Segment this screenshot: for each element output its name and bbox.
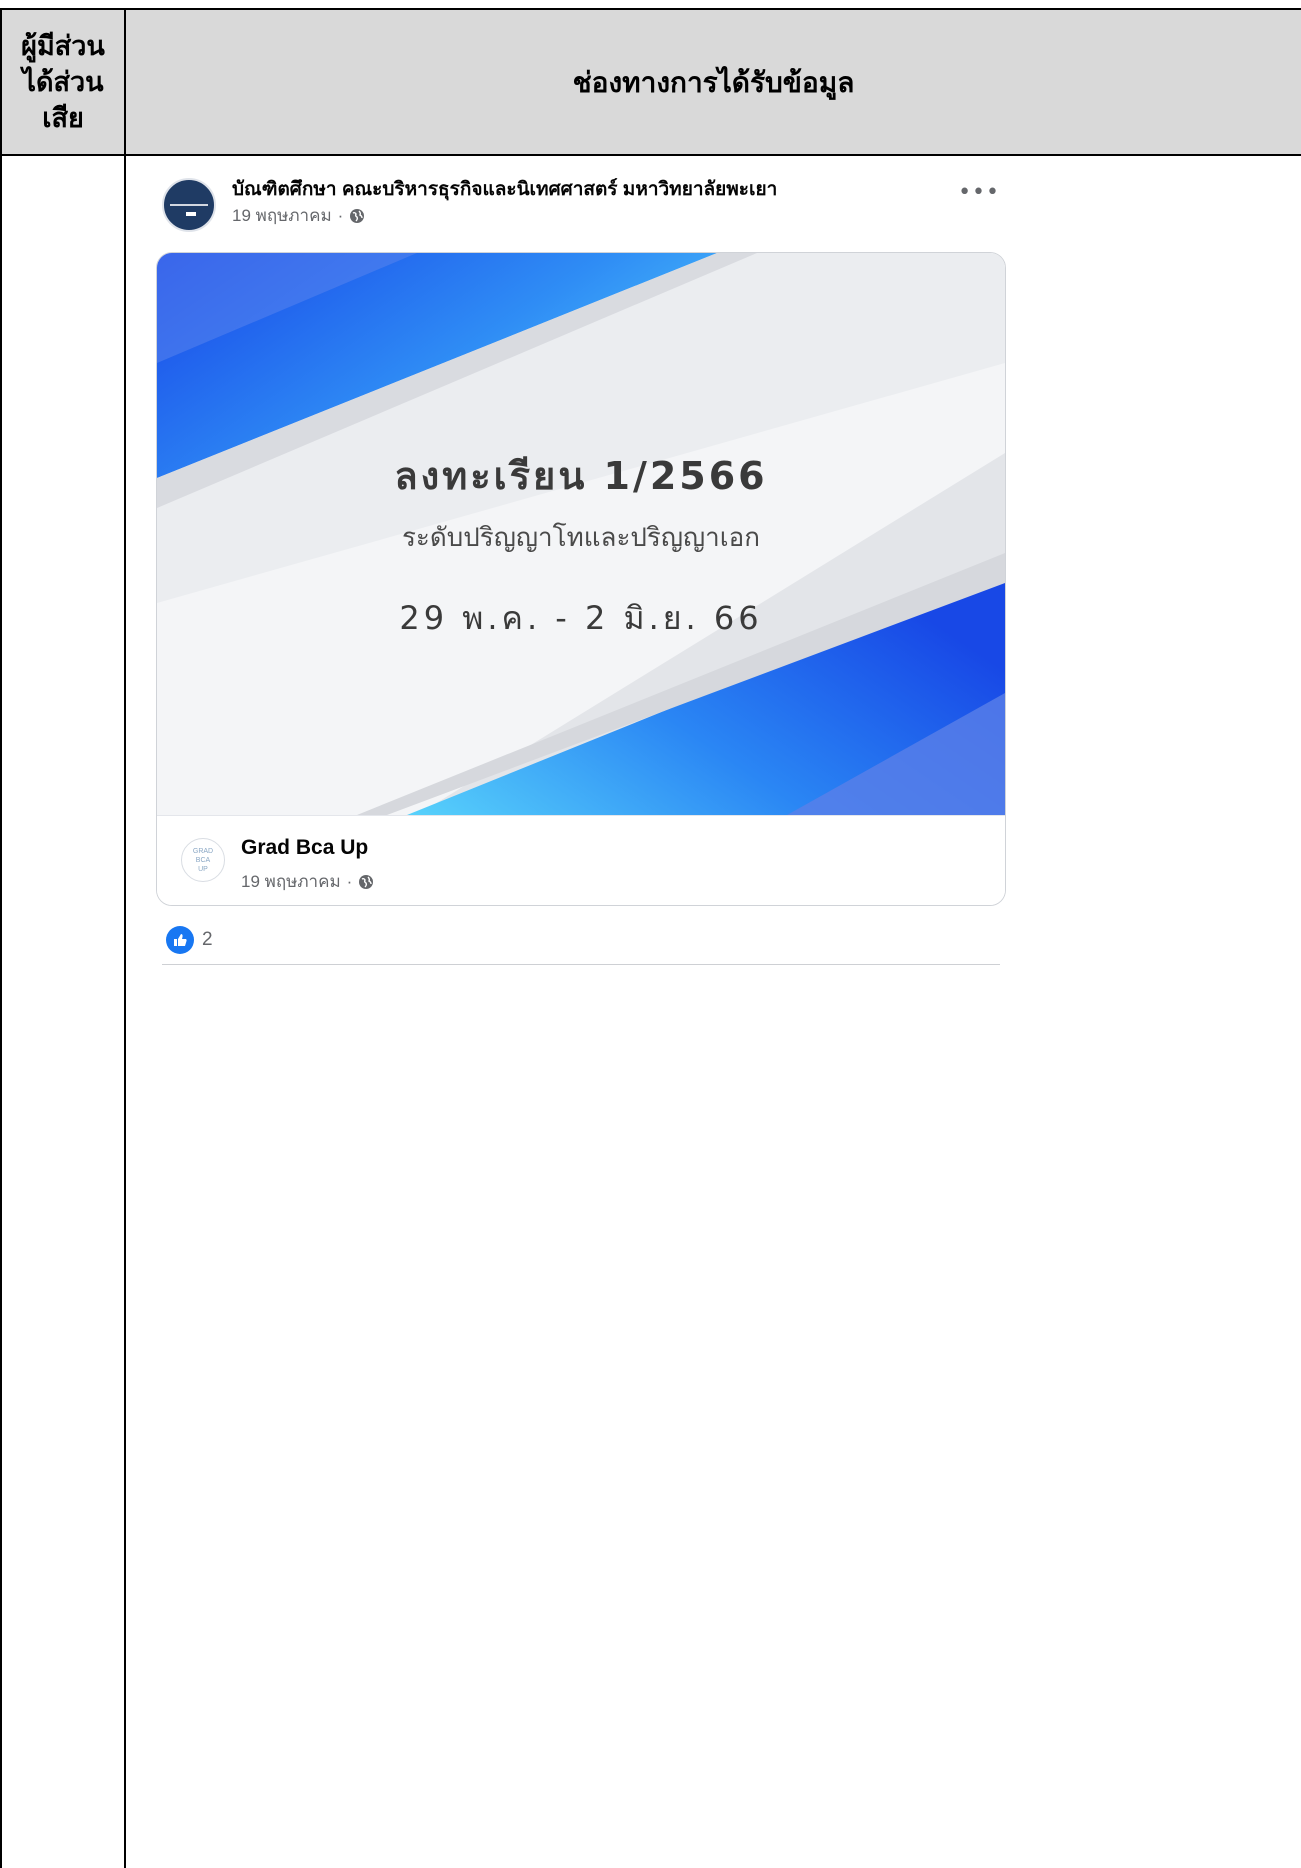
page-avatar[interactable] bbox=[162, 178, 216, 232]
shared-page-name[interactable]: Grad Bca Up bbox=[241, 836, 368, 860]
post-header: บัณฑิตศึกษา คณะบริหารธุรกิจและนิเทศศาสตร… bbox=[162, 174, 1000, 232]
post-meta: 19 พฤษภาคม · bbox=[232, 202, 365, 229]
like-count: 2 bbox=[202, 929, 213, 950]
meta-separator: · bbox=[346, 871, 353, 891]
page-name[interactable]: บัณฑิตศึกษา คณะบริหารธุรกิจและนิเทศศาสตร… bbox=[232, 174, 777, 204]
stakeholder-table: ผู้มีส่วน ได้ส่วน เสีย ช่องทางการได้รับข… bbox=[0, 8, 1301, 1868]
shared-post-date[interactable]: 19 พฤษภาคม bbox=[241, 868, 341, 895]
registration-banner: ลงทะเรียน 1/2566 ระดับปริญญาโทและปริญญาเ… bbox=[157, 253, 1005, 815]
shared-post-card[interactable]: ลงทะเรียน 1/2566 ระดับปริญญาโทและปริญญาเ… bbox=[156, 252, 1006, 906]
header-stakeholder: ผู้มีส่วน ได้ส่วน เสีย bbox=[21, 31, 105, 134]
meta-separator: · bbox=[337, 205, 344, 225]
shared-page-avatar[interactable]: GRAD BCA UP bbox=[181, 838, 225, 882]
shared-post-footer: GRAD BCA UP Grad Bca Up 19 พฤษภาคม · bbox=[157, 815, 1005, 905]
like-icon bbox=[166, 926, 194, 954]
post-date[interactable]: 19 พฤษภาคม bbox=[232, 202, 332, 229]
globe-icon bbox=[359, 874, 374, 889]
banner-title: ลงทะเรียน 1/2566 bbox=[394, 454, 768, 498]
reactions-summary[interactable]: 2 bbox=[166, 926, 213, 954]
table-left-border bbox=[0, 8, 2, 1868]
header-info-channel: ช่องทางการได้รับข้อมูล bbox=[572, 66, 855, 99]
more-options-icon[interactable]: ••• bbox=[958, 182, 1000, 204]
banner-subtitle: ระดับปริญญาโทและปริญญาเอก bbox=[401, 523, 761, 553]
globe-icon bbox=[350, 208, 365, 223]
table-header-row: ผู้มีส่วน ได้ส่วน เสีย ช่องทางการได้รับข… bbox=[0, 8, 1301, 156]
facebook-post-screenshot: บัณฑิตศึกษา คณะบริหารธุรกิจและนิเทศศาสตร… bbox=[126, 156, 1020, 988]
post-divider bbox=[162, 964, 1000, 965]
shared-post-meta: 19 พฤษภาคม · bbox=[241, 868, 374, 895]
banner-dates: 29 พ.ค. - 2 มิ.ย. 66 bbox=[399, 599, 763, 637]
